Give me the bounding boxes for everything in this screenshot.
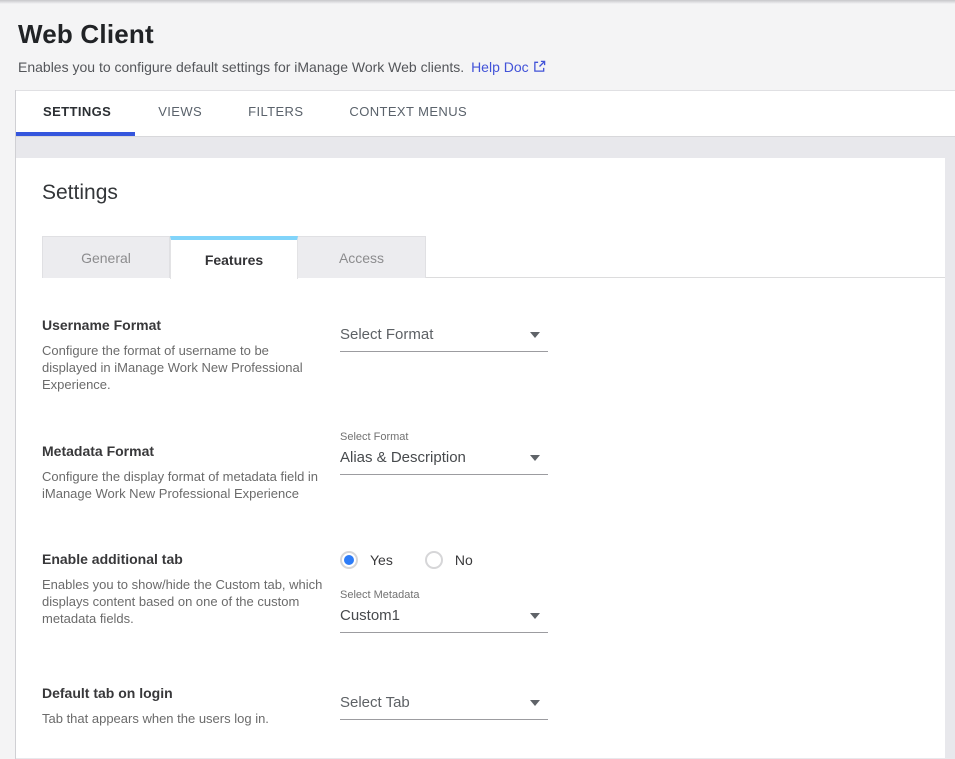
field-enable-additional-tab: Enable additional tab Enables you to sho… [42,551,945,633]
default-tab-dropdown[interactable]: Select Tab [340,685,548,720]
username-format-dropdown[interactable]: Select Format [340,317,548,352]
field-label: Username Format [42,317,340,334]
tab-views[interactable]: VIEWS [135,91,225,136]
field-control-column: Select Format [340,317,548,393]
field-username-format: Username Format Configure the format of … [42,317,945,393]
field-control-column: Yes No Select Metadata Custom1 [340,551,548,633]
chevron-down-icon [530,613,540,619]
dropdown-value: Alias & Description [340,449,466,467]
subtab-general[interactable]: General [42,236,170,278]
tab-filters[interactable]: FILTERS [225,91,326,136]
radio-dot [344,555,354,565]
sub-tabbar: General Features Access [42,236,945,278]
dropdown-value: Custom1 [340,607,400,625]
tab-context-menus[interactable]: CONTEXT MENUS [326,91,490,136]
page-header: Web Client Enables you to configure defa… [0,4,955,90]
chevron-down-icon [530,700,540,706]
field-label: Metadata Format [42,443,340,460]
tab-settings[interactable]: SETTINGS [16,91,135,136]
metadata-format-dropdown[interactable]: Select Format Alias & Description [340,431,548,475]
field-label: Default tab on login [42,685,340,702]
dropdown-control: Alias & Description [340,449,548,475]
select-metadata-dropdown[interactable]: Select Metadata Custom1 [340,589,548,633]
dropdown-label: Select Metadata [340,589,548,602]
subtab-features[interactable]: Features [170,236,298,279]
dropdown-control: Custom1 [340,607,548,633]
subtitle-text: Enables you to configure default setting… [18,59,464,75]
settings-panel: Settings General Features Access Usernam… [16,158,945,758]
radio-label: Yes [370,552,393,568]
subtab-access[interactable]: Access [298,236,426,278]
radio-selected-icon [340,551,358,569]
field-text-column: Enable additional tab Enables you to sho… [42,551,340,633]
main-tabbar: SETTINGS VIEWS FILTERS CONTEXT MENUS [16,90,955,137]
dropdown-label: Select Format [340,431,548,444]
field-default-tab-on-login: Default tab on login Tab that appears wh… [42,685,945,727]
field-text-column: Default tab on login Tab that appears wh… [42,685,340,727]
content-area: SETTINGS VIEWS FILTERS CONTEXT MENUS Set… [15,90,955,759]
dropdown-placeholder: Select Format [340,326,433,344]
radio-yes[interactable]: Yes [340,551,393,569]
enable-additional-tab-radio-group: Yes No [340,551,548,569]
field-metadata-format: Metadata Format Configure the display fo… [42,443,945,502]
chevron-down-icon [530,455,540,461]
field-description: Tab that appears when the users log in. [42,710,327,727]
dropdown-control: Select Format [340,326,548,352]
external-link-icon [533,60,546,73]
chevron-down-icon [530,332,540,338]
help-doc-link[interactable]: Help Doc [471,59,546,75]
field-control-column: Select Tab [340,685,548,727]
field-label: Enable additional tab [42,551,340,568]
page-title: Web Client [18,19,935,50]
field-description: Configure the format of username to be d… [42,342,327,393]
radio-unselected-icon [425,551,443,569]
help-doc-label: Help Doc [471,59,529,75]
dropdown-placeholder: Select Tab [340,694,410,712]
field-control-column: Select Format Alias & Description [340,443,548,502]
field-text-column: Metadata Format Configure the display fo… [42,443,340,502]
field-text-column: Username Format Configure the format of … [42,317,340,393]
dropdown-control: Select Tab [340,694,548,720]
field-description: Enables you to show/hide the Custom tab,… [42,576,327,627]
radio-no[interactable]: No [425,551,473,569]
panel-heading: Settings [42,180,945,205]
page-subtitle: Enables you to configure default setting… [18,59,935,75]
field-description: Configure the display format of metadata… [42,468,327,502]
radio-label: No [455,552,473,568]
